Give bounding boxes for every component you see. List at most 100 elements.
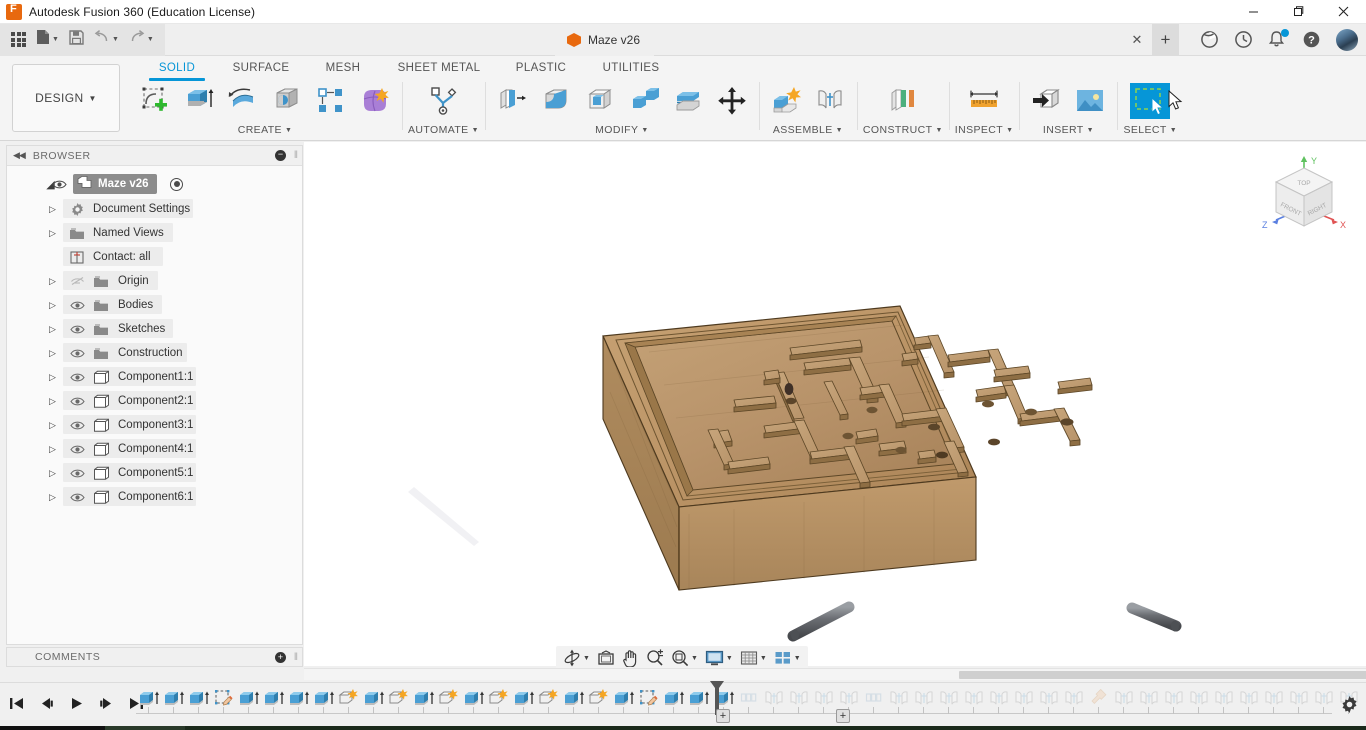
- activate-component-radio[interactable]: [170, 177, 183, 191]
- ribbon-group-title-inspect[interactable]: INSPECT ▼: [955, 124, 1014, 136]
- root-component-selected[interactable]: Maze v26: [73, 174, 157, 194]
- combine-button[interactable]: [623, 80, 665, 122]
- step-back-button[interactable]: [36, 693, 56, 713]
- comments-resize-grip[interactable]: ‖: [294, 652, 298, 663]
- new-file-button[interactable]: ▼: [31, 27, 64, 53]
- tab-utilities[interactable]: UTILITIES: [584, 58, 678, 78]
- visibility-eye-icon[interactable]: [69, 418, 86, 432]
- collapse-panel-icon[interactable]: ◀◀: [13, 150, 26, 161]
- ribbon-group-title-automate[interactable]: AUTOMATE ▼: [408, 124, 479, 136]
- tree-row-component5[interactable]: ▷ Component5:1: [7, 461, 302, 485]
- tab-mesh[interactable]: MESH: [306, 58, 380, 78]
- maximize-button[interactable]: [1276, 0, 1321, 24]
- timeline-track[interactable]: + +: [136, 681, 1357, 727]
- visibility-eye-icon[interactable]: [51, 177, 68, 191]
- view-cube[interactable]: Y X Z TOP FRONT RIGHT: [1256, 148, 1352, 248]
- document-tab-maze[interactable]: Maze v26: [555, 24, 655, 56]
- ribbon-group-title-assemble[interactable]: ASSEMBLE ▼: [773, 124, 843, 136]
- tree-row-contact-all[interactable]: Contact: all: [7, 245, 302, 269]
- tree-row-origin[interactable]: ▷ Origin: [7, 269, 302, 293]
- visibility-eye-icon[interactable]: [69, 370, 86, 384]
- display-settings-button[interactable]: ▼: [702, 647, 736, 669]
- step-forward-button[interactable]: [96, 693, 116, 713]
- tab-sheet-metal[interactable]: SHEET METAL: [380, 58, 498, 78]
- pan-button[interactable]: [619, 647, 642, 669]
- tree-row-document-settings[interactable]: ▷ Document Settings: [7, 197, 302, 221]
- timeline-marker-add-1[interactable]: +: [716, 709, 730, 723]
- viewports-button[interactable]: ▼: [771, 647, 804, 669]
- app-grid-button[interactable]: [6, 27, 31, 53]
- redo-button[interactable]: ▼: [124, 27, 159, 53]
- grid-snaps-button[interactable]: ▼: [737, 647, 770, 669]
- insert-derive-button[interactable]: [1025, 80, 1067, 122]
- tree-row-construction[interactable]: ▷ Construction: [7, 341, 302, 365]
- notifications-bell-icon[interactable]: [1268, 29, 1289, 50]
- tree-row-component4[interactable]: ▷ Component4:1: [7, 437, 302, 461]
- ribbon-group-title-select[interactable]: SELECT ▼: [1123, 124, 1177, 136]
- automated-modeling-button[interactable]: [422, 80, 464, 122]
- visibility-eye-icon[interactable]: [69, 442, 86, 456]
- visibility-eye-icon[interactable]: [69, 490, 86, 504]
- workspace-switcher-button[interactable]: DESIGN ▼: [12, 64, 120, 132]
- tab-plastic[interactable]: PLASTIC: [498, 58, 584, 78]
- visibility-eye-icon[interactable]: [69, 298, 86, 312]
- play-button[interactable]: [66, 693, 86, 713]
- visibility-eye-icon[interactable]: [69, 394, 86, 408]
- extrude-button[interactable]: [178, 80, 220, 122]
- close-button[interactable]: [1321, 0, 1366, 24]
- revolve-button[interactable]: [222, 80, 264, 122]
- add-comment-button[interactable]: +: [275, 651, 286, 663]
- scrollbar-thumb[interactable]: [959, 671, 1366, 679]
- joint-button[interactable]: [809, 80, 851, 122]
- browser-minimize-icon[interactable]: −: [275, 150, 286, 161]
- new-document-tab-button[interactable]: +: [1152, 24, 1179, 56]
- create-sketch-button[interactable]: [134, 80, 176, 122]
- comments-panel[interactable]: COMMENTS + ‖: [6, 647, 303, 667]
- tree-row-sketches[interactable]: ▷ Sketches: [7, 317, 302, 341]
- measure-button[interactable]: [963, 80, 1005, 122]
- timeline-marker-add-2[interactable]: +: [836, 709, 850, 723]
- fit-button[interactable]: [594, 647, 618, 669]
- 3d-viewport[interactable]: Y X Z TOP FRONT RIGHT: [304, 142, 1366, 666]
- canvas-image-button[interactable]: [1069, 80, 1111, 122]
- ribbon-group-title-insert[interactable]: INSERT ▼: [1043, 124, 1094, 136]
- browser-resize-grip[interactable]: ‖: [294, 150, 298, 161]
- ribbon-group-title-create[interactable]: CREATE ▼: [238, 124, 293, 136]
- tab-surface[interactable]: SURFACE: [216, 58, 306, 78]
- save-button[interactable]: [64, 27, 89, 53]
- visibility-eye-hidden-icon[interactable]: [69, 274, 86, 288]
- tree-row-named-views[interactable]: ▷ Named Views: [7, 221, 302, 245]
- create-form-button[interactable]: [354, 80, 396, 122]
- fillet-button[interactable]: [535, 80, 577, 122]
- tab-solid[interactable]: SOLID: [138, 58, 216, 81]
- tree-row-bodies[interactable]: ▷ Bodies: [7, 293, 302, 317]
- pattern-button[interactable]: [310, 80, 352, 122]
- maze-box-3d-model[interactable]: [304, 142, 1366, 666]
- undo-button[interactable]: ▼: [89, 27, 124, 53]
- visibility-eye-icon[interactable]: [69, 466, 86, 480]
- shell-button[interactable]: [579, 80, 621, 122]
- split-body-button[interactable]: [667, 80, 709, 122]
- user-avatar[interactable]: [1336, 29, 1358, 51]
- tree-row-component6[interactable]: ▷ Component6:1: [7, 485, 302, 509]
- recent-history-icon[interactable]: [1234, 30, 1254, 50]
- tree-row-component3[interactable]: ▷ Component3:1: [7, 413, 302, 437]
- document-tab-close-icon[interactable]: ✕: [1128, 31, 1146, 49]
- press-pull-button[interactable]: [491, 80, 533, 122]
- ribbon-group-title-construct[interactable]: CONSTRUCT ▼: [863, 124, 943, 136]
- new-component-button[interactable]: [765, 80, 807, 122]
- visibility-eye-icon[interactable]: [69, 322, 86, 336]
- tree-row-component2[interactable]: ▷ Component2:1: [7, 389, 302, 413]
- job-status-icon[interactable]: [1200, 30, 1220, 50]
- go-to-beginning-button[interactable]: [6, 693, 26, 713]
- timeline-settings-gear-icon[interactable]: [1340, 695, 1360, 715]
- canvas-horizontal-scrollbar[interactable]: [304, 668, 1366, 680]
- zoom-window-button[interactable]: ▼: [668, 647, 701, 669]
- help-icon[interactable]: ?: [1302, 30, 1322, 50]
- offset-plane-button[interactable]: [882, 80, 924, 122]
- tree-row-root[interactable]: ◢ Maze v26: [7, 171, 302, 197]
- ribbon-group-title-modify[interactable]: MODIFY ▼: [595, 124, 649, 136]
- sweep-button[interactable]: [266, 80, 308, 122]
- select-window-button[interactable]: [1129, 80, 1171, 122]
- visibility-eye-icon[interactable]: [69, 346, 86, 360]
